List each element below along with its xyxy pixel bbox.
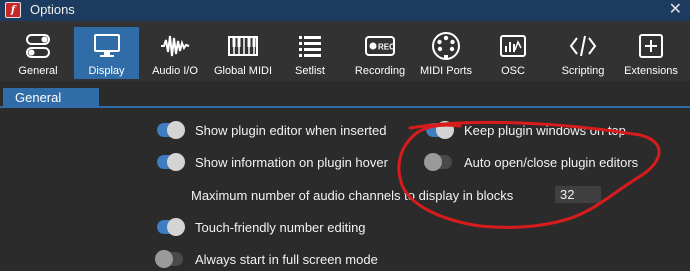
plus-box-icon xyxy=(636,31,666,61)
toolbar-setlist-button[interactable]: Setlist xyxy=(282,27,338,79)
toolbar-label: General xyxy=(18,65,58,77)
touch-friendly-toggle[interactable] xyxy=(157,218,185,236)
show-info-hover-option[interactable]: Show information on plugin hover xyxy=(157,152,388,172)
list-icon xyxy=(295,31,325,61)
max-channels-label: Maximum number of audio channels to disp… xyxy=(191,187,514,203)
toolbar-recording-button[interactable]: REC Recording xyxy=(348,27,412,79)
rec-icon: REC xyxy=(365,31,395,61)
show-info-hover-toggle[interactable] xyxy=(157,153,185,171)
keep-plugin-windows-option[interactable]: Keep plugin windows on top xyxy=(426,120,626,140)
toolbar-label: MIDI Ports xyxy=(420,65,472,77)
toolbar-audio-io-button[interactable]: Audio I/O xyxy=(145,27,205,79)
section-tabstrip: General xyxy=(0,88,690,108)
toolbar-extensions-button[interactable]: Extensions xyxy=(619,27,683,79)
option-label: Touch-friendly number editing xyxy=(195,219,366,235)
show-plugin-editor-toggle[interactable] xyxy=(157,121,185,139)
toolbar-label: Setlist xyxy=(295,65,325,77)
option-label: Keep plugin windows on top xyxy=(464,122,626,138)
code-icon xyxy=(568,31,598,61)
rec-badge-text: REC xyxy=(378,43,395,52)
tab-general[interactable]: General xyxy=(3,88,99,108)
title-bar: f Options ✕ xyxy=(0,0,690,21)
option-label: Always start in full screen mode xyxy=(195,251,378,267)
full-screen-option[interactable]: Always start in full screen mode xyxy=(155,249,378,269)
toolbar-display-button[interactable]: Display xyxy=(74,27,139,79)
app-logo-icon: f xyxy=(5,2,21,18)
max-channels-input[interactable]: 32 xyxy=(555,186,601,203)
toolbar-osc-button[interactable]: OSC xyxy=(485,27,541,79)
toolbar-general-button[interactable]: General xyxy=(7,27,69,79)
waveform-icon xyxy=(160,31,190,61)
touch-friendly-option[interactable]: Touch-friendly number editing xyxy=(157,217,366,237)
monitor-icon xyxy=(92,31,122,61)
toolbar-scripting-button[interactable]: Scripting xyxy=(552,27,614,79)
midi-port-icon xyxy=(431,31,461,61)
show-plugin-editor-option[interactable]: Show plugin editor when inserted xyxy=(157,120,387,140)
close-button[interactable]: ✕ xyxy=(669,1,682,19)
keyboard-icon xyxy=(228,31,258,61)
toolbar-midi-ports-button[interactable]: MIDI Ports xyxy=(414,27,478,79)
toolbar-label: Recording xyxy=(354,65,406,77)
auto-open-close-toggle[interactable] xyxy=(424,153,452,171)
keep-plugin-windows-toggle[interactable] xyxy=(426,121,454,139)
option-label: Show information on plugin hover xyxy=(195,154,388,170)
toolbar-label: Scripting xyxy=(561,65,605,77)
toolbar-global-midi-button[interactable]: Global MIDI xyxy=(208,27,278,79)
toolbar-label: OSC xyxy=(501,65,525,77)
toolbar-label: Global MIDI xyxy=(213,65,273,77)
toolbar-label: Display xyxy=(88,65,125,77)
toolbar-label: Audio I/O xyxy=(152,65,198,77)
category-toolbar: General Display Audio I/O Global MIDI Se… xyxy=(0,21,690,81)
full-screen-toggle[interactable] xyxy=(155,250,183,268)
max-channels-option: Maximum number of audio channels to disp… xyxy=(191,185,513,205)
toolbar-label: Extensions xyxy=(624,65,678,77)
option-label: Auto open/close plugin editors xyxy=(464,154,639,170)
auto-open-close-option[interactable]: Auto open/close plugin editors xyxy=(424,152,639,172)
option-label: Show plugin editor when inserted xyxy=(195,122,387,138)
toggles-icon xyxy=(23,31,53,61)
window-title: Options xyxy=(30,2,75,17)
osc-icon xyxy=(498,31,528,61)
